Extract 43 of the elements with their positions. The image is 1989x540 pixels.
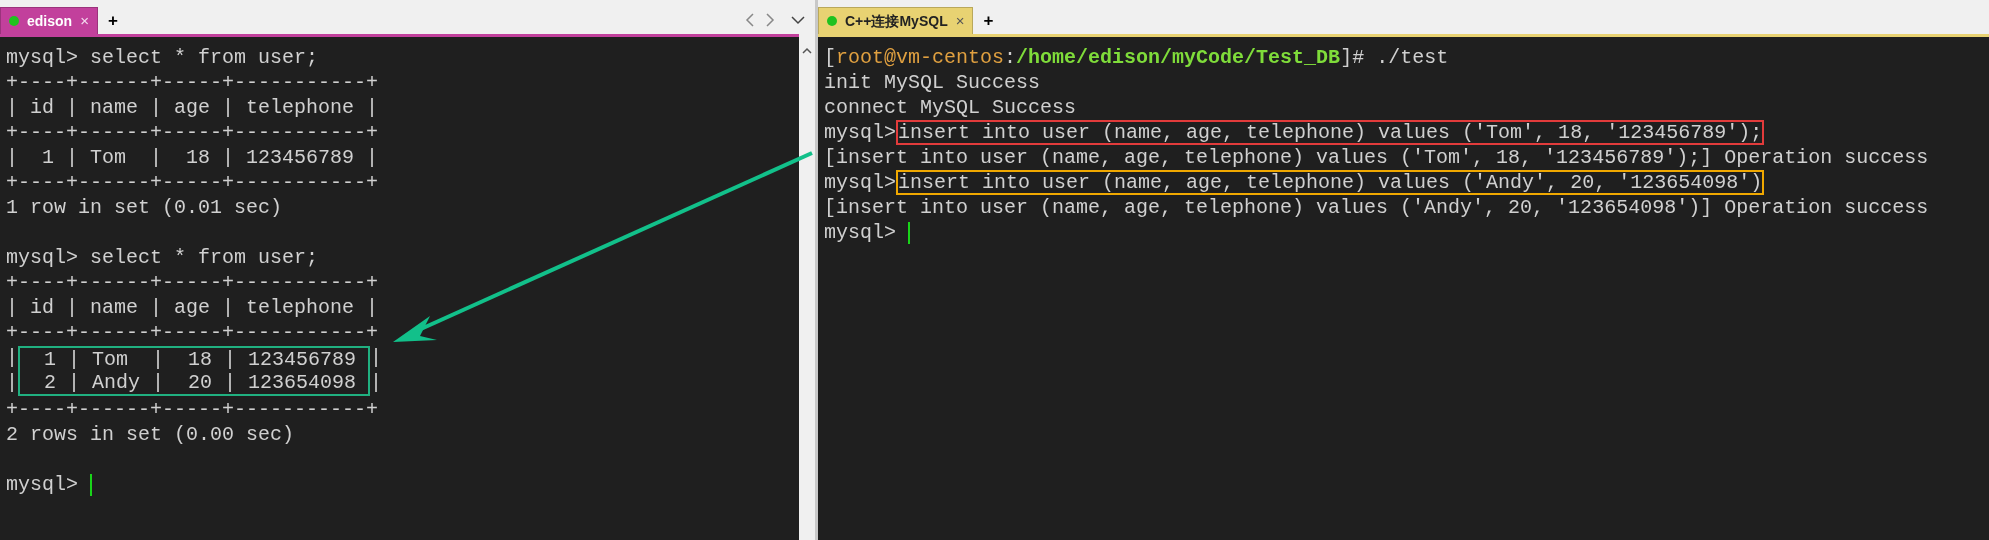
new-tab-button[interactable]: +: [97, 7, 128, 34]
terminal-line: | 1 | Tom | 18 | 123456789 |: [6, 145, 380, 170]
table-border-text: |: [6, 345, 18, 370]
terminal-line: [insert into user (name, age, telephone) values ('Tom', 18, '123456789');] Operation success: [824, 145, 1930, 170]
prompt-text: mysql>: [824, 170, 896, 195]
terminal-tab[interactable]: edison ×: [0, 7, 98, 34]
new-tab-button[interactable]: +: [973, 7, 1004, 34]
terminal-line: [insert into user (name, age, telephone) values ('Andy', 20, '123654098')] Operation success: [824, 195, 1930, 220]
close-icon[interactable]: ×: [955, 9, 965, 33]
table-border-text: |: [370, 345, 383, 370]
terminal-line: mysql> select * from user;: [6, 45, 320, 70]
prompt-text: mysql>: [824, 220, 897, 245]
terminal-line: connect MySQL Success: [824, 95, 1078, 120]
close-icon[interactable]: ×: [80, 9, 89, 33]
terminal-line: +----+------+-----+-----------+: [6, 397, 380, 422]
tab-label: C++连接MySQL: [845, 11, 948, 31]
table-row-text: 2 | Andy | 20 | 123654098: [43, 371, 358, 394]
terminal-line: | id | name | age | telephone |: [6, 95, 380, 120]
prompt-text: mysql>: [824, 120, 896, 145]
terminal-line: 1 row in set (0.01 sec): [6, 195, 284, 220]
tab-label: edison: [27, 11, 73, 31]
chevron-down-icon[interactable]: [791, 15, 805, 25]
status-dot-icon: [9, 16, 19, 26]
table-border-text: |: [370, 370, 383, 395]
table-row-text: 1 | Tom | 18 | 123456789: [43, 348, 358, 371]
terminal-line: 2 rows in set (0.00 sec): [6, 422, 296, 447]
command-text: insert into user (name, age, telephone) values ('Andy', 20, '123654098'): [896, 170, 1765, 195]
command-text: insert into user (name, age, telephone) values ('Tom', 18, '123456789');: [896, 120, 1765, 145]
terminal-line: [root@vm-centos:/home/edison/myCode/Test_DB]# ./test: [824, 45, 1450, 70]
table-border-text: |: [6, 370, 18, 395]
terminal-line: +----+------+-----+-----------+: [6, 170, 380, 195]
terminal-line: +----+------+-----+-----------+: [6, 120, 380, 145]
terminal-line: | id | name | age | telephone |: [6, 295, 380, 320]
chevron-right-icon[interactable]: [765, 13, 775, 27]
prompt-text: mysql>: [6, 472, 79, 497]
terminal-line: init MySQL Success: [824, 70, 1042, 95]
status-dot-icon: [827, 16, 837, 26]
terminal-line: +----+------+-----+-----------+: [6, 270, 380, 295]
terminal-line: +----+------+-----+-----------+: [6, 320, 380, 345]
chevron-left-icon[interactable]: [745, 13, 755, 27]
terminal-tab[interactable]: C++连接MySQL ×: [818, 7, 974, 34]
terminal-line: mysql> select * from user;: [6, 245, 320, 270]
terminal-line: +----+------+-----+-----------+: [6, 70, 380, 95]
